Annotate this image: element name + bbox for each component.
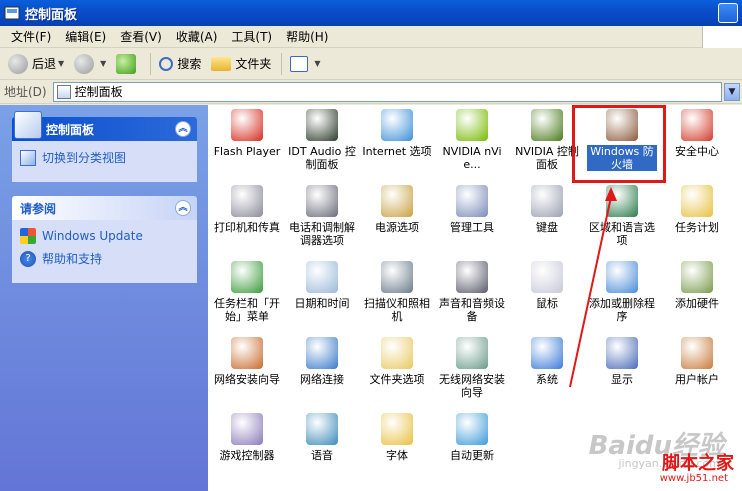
forward-button[interactable]: ▼: [70, 51, 110, 77]
task-box-header[interactable]: 请参阅 ︽: [12, 196, 197, 220]
toolbar: 后退 ▼ ▼ 搜索 文件夹 ▼: [0, 48, 742, 80]
address-dropdown-button[interactable]: ▼: [724, 82, 740, 101]
site-watermark: 脚本之家: [662, 453, 734, 474]
up-folder-icon: [116, 53, 137, 74]
collapse-icon[interactable]: ︽: [175, 200, 191, 216]
address-bar: 地址(D) 控制面板 ▼: [0, 80, 742, 104]
task-box-body: Windows Update ? 帮助和支持: [12, 220, 197, 283]
task-box-title: 请参阅: [20, 201, 57, 216]
window-title: 控制面板: [25, 7, 78, 23]
task-box-title: 控制面板: [46, 122, 95, 137]
dropdown-arrow-icon[interactable]: ▼: [100, 59, 106, 68]
up-button[interactable]: [112, 51, 144, 77]
address-input[interactable]: 控制面板: [52, 81, 722, 102]
task-box-header[interactable]: 控制面板 ︽: [12, 111, 197, 141]
search-icon: [159, 56, 174, 71]
address-label: 地址(D): [4, 85, 47, 99]
help-icon: ?: [20, 250, 36, 267]
folders-label: 文件夹: [235, 57, 272, 71]
windows-update-link[interactable]: Windows Update: [20, 228, 189, 244]
menu-bar: 文件(F) 编辑(E) 查看(V) 收藏(A) 工具(T) 帮助(H): [0, 26, 742, 48]
task-link-label: Windows Update: [42, 229, 143, 243]
menu-favorites[interactable]: 收藏(A): [169, 27, 225, 47]
dropdown-arrow-icon[interactable]: ▼: [314, 59, 320, 68]
dropdown-arrow-icon[interactable]: ▼: [58, 59, 64, 68]
windows-logo: [702, 26, 742, 48]
search-button[interactable]: 搜索: [155, 51, 205, 77]
control-panel-icon: [4, 5, 20, 21]
task-pane: 控制面板 ︽ 切换到分类视图 请参阅 ︽ Windows Update ? 帮助…: [0, 105, 208, 491]
menu-tools[interactable]: 工具(T): [224, 27, 279, 47]
windows-update-icon: [20, 228, 36, 244]
forward-arrow-icon: [74, 53, 95, 74]
title-bar[interactable]: 控制面板: [0, 0, 742, 26]
control-panel-icon: [14, 111, 42, 139]
address-value: 控制面板: [74, 85, 123, 99]
collapse-icon[interactable]: ︽: [175, 121, 191, 137]
see-also-task-box: 请参阅 ︽ Windows Update ? 帮助和支持: [12, 196, 197, 283]
task-link-label: 切换到分类视图: [42, 151, 127, 165]
content-area: Flash Player IDT Audio 控制面板 Internet 选项 NVI…: [208, 105, 742, 491]
control-panel-task-box: 控制面板 ︽ 切换到分类视图: [12, 111, 197, 182]
views-button[interactable]: ▼: [286, 51, 324, 77]
folders-button[interactable]: 文件夹: [207, 51, 275, 77]
task-link-label: 帮助和支持: [42, 252, 103, 266]
folder-icon: [211, 56, 232, 71]
toolbar-separator: [150, 52, 152, 75]
back-label: 后退: [32, 57, 57, 71]
toolbar-separator: [281, 52, 283, 75]
window-button[interactable]: [718, 3, 738, 23]
help-and-support-link[interactable]: ? 帮助和支持: [20, 250, 189, 267]
back-arrow-icon: [8, 53, 28, 74]
search-label: 搜索: [177, 57, 202, 71]
control-panel-icon: [56, 84, 71, 99]
switch-view-icon: [20, 149, 36, 166]
back-button[interactable]: 后退 ▼: [4, 51, 68, 77]
menu-file[interactable]: 文件(F): [4, 27, 58, 47]
menu-edit[interactable]: 编辑(E): [58, 27, 113, 47]
menu-view[interactable]: 查看(V): [113, 27, 169, 47]
site-watermark-url: www.jb51.net: [659, 473, 728, 484]
task-box-body: 切换到分类视图: [12, 141, 197, 182]
switch-to-category-view-link[interactable]: 切换到分类视图: [20, 149, 189, 166]
menu-help[interactable]: 帮助(H): [279, 27, 335, 47]
views-icon: [290, 55, 309, 72]
